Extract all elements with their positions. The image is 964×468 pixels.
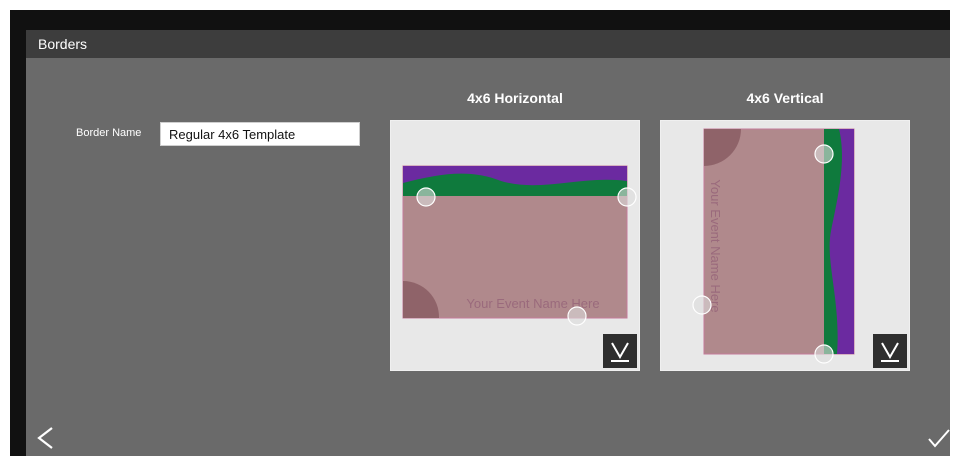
resize-handle[interactable] bbox=[617, 187, 637, 207]
checkmark-icon bbox=[928, 429, 950, 448]
vertical-template-title: 4x6 Vertical bbox=[746, 90, 824, 106]
border-name-input[interactable] bbox=[160, 122, 360, 146]
resize-handle[interactable] bbox=[416, 187, 436, 207]
resize-handle[interactable] bbox=[814, 144, 834, 164]
border-name-label: Border Name bbox=[76, 127, 142, 139]
chevron-left-icon bbox=[37, 427, 53, 449]
resize-handle[interactable] bbox=[692, 295, 712, 315]
horizontal-download-button[interactable] bbox=[603, 334, 637, 368]
page-title: Borders bbox=[38, 36, 88, 52]
download-icon bbox=[881, 342, 899, 362]
back-button[interactable] bbox=[34, 424, 58, 457]
header-bar: Borders bbox=[26, 30, 950, 58]
resize-handle[interactable] bbox=[814, 344, 834, 364]
download-icon bbox=[611, 342, 629, 362]
vertical-template-preview: Your Event Name Here bbox=[692, 128, 855, 364]
confirm-button[interactable] bbox=[926, 426, 952, 455]
resize-handle[interactable] bbox=[567, 306, 587, 326]
vertical-download-button[interactable] bbox=[873, 334, 907, 368]
vertical-event-text: Your Event Name Here bbox=[708, 179, 723, 312]
horizontal-template-preview: Your Event Name Here bbox=[402, 165, 637, 326]
horizontal-template-title: 4x6 Horizontal bbox=[467, 90, 563, 106]
